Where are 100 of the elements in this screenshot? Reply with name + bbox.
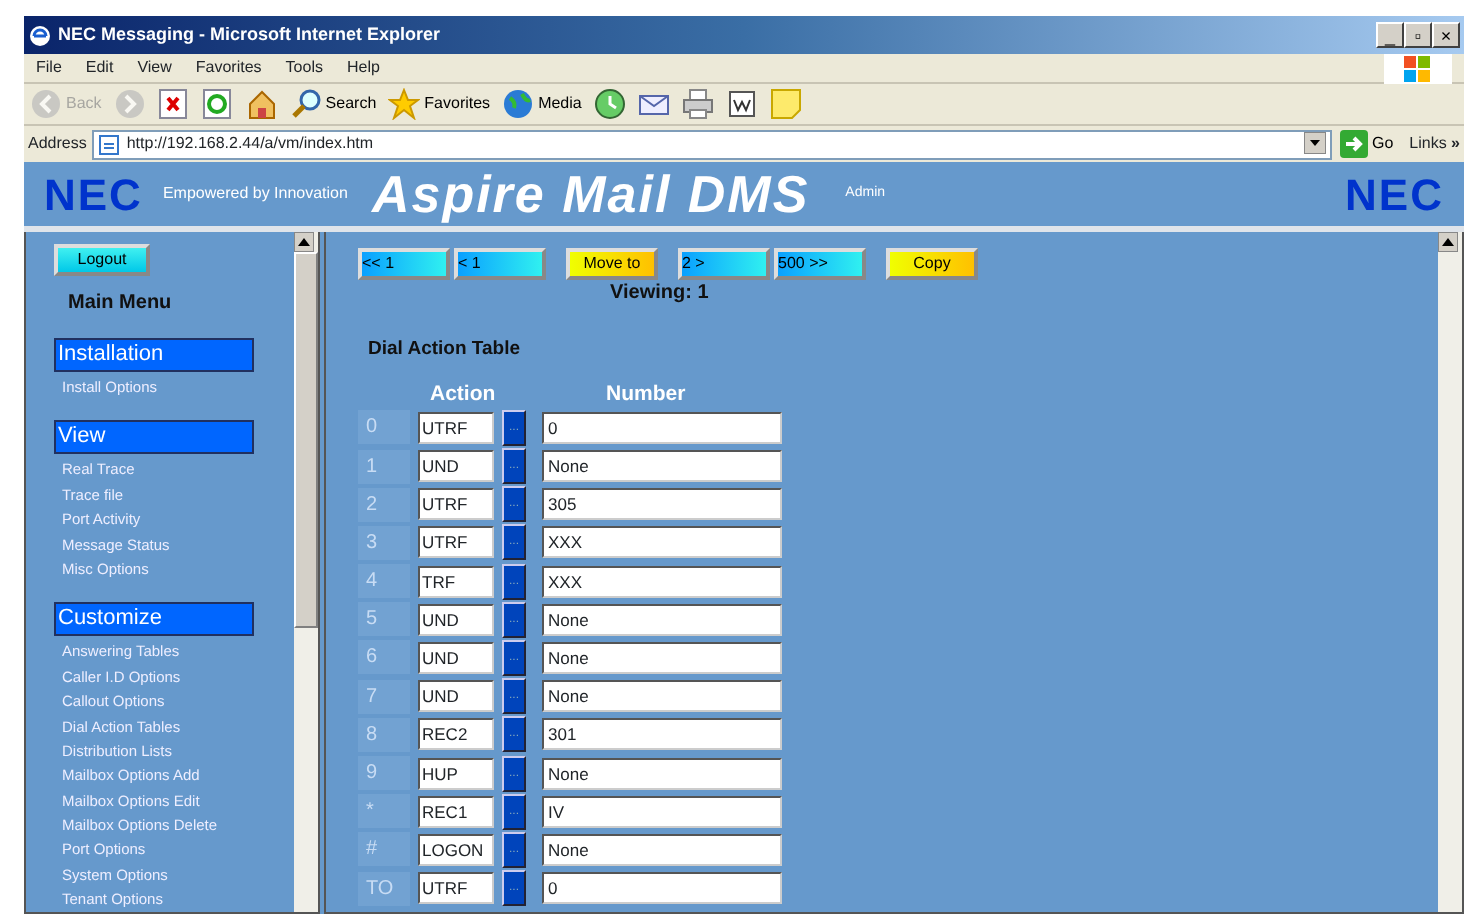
edit-button[interactable] (723, 88, 760, 120)
action-field[interactable]: TRF (418, 565, 494, 598)
refresh-icon (201, 88, 234, 120)
action-field[interactable]: HUP (418, 757, 494, 790)
printer-icon (681, 88, 714, 120)
action-field[interactable]: UTRF (418, 872, 494, 905)
nav-button[interactable]: < 1 (454, 248, 546, 280)
number-field[interactable]: 305 (542, 488, 782, 521)
star-icon (388, 88, 421, 120)
row-key: 9 (358, 756, 410, 791)
section-heading: View (54, 420, 254, 455)
page-icon (98, 133, 121, 155)
number-field[interactable]: 0 (542, 411, 782, 444)
row-key: 4 (358, 564, 410, 599)
scroll-up-icon[interactable] (1438, 232, 1458, 252)
nav-button[interactable]: Move to (566, 248, 658, 280)
tagline: Empowered by Innovation (162, 182, 348, 206)
action-field[interactable]: UND (418, 450, 494, 483)
document-icon (725, 88, 758, 120)
go-button[interactable]: Go (1337, 130, 1396, 158)
nav-button[interactable]: Copy (886, 248, 978, 280)
favorites-button[interactable]: Favorites (386, 88, 493, 120)
history-button[interactable] (591, 88, 628, 120)
number-field[interactable]: 301 (542, 718, 782, 751)
number-field[interactable]: IV (542, 795, 782, 828)
action-field[interactable]: UND (418, 680, 494, 713)
column-header: Number (606, 380, 686, 409)
window-title: NEC Messaging - Microsoft Internet Explorer (58, 21, 441, 48)
menu-item[interactable]: Edit (85, 56, 114, 80)
action-field[interactable]: REC1 (418, 795, 494, 828)
action-field[interactable]: UTRF (418, 488, 494, 521)
note-icon (769, 88, 802, 120)
search-button[interactable]: Search (287, 88, 379, 120)
row-key: * (358, 794, 410, 829)
scrollbar[interactable] (294, 232, 318, 912)
action-field[interactable]: UND (418, 603, 494, 636)
row-key: # (358, 832, 410, 867)
window-control[interactable]: _ (1376, 22, 1404, 48)
table-title: Dial Action Table (368, 336, 523, 364)
product-title: Aspire Mail DMS (371, 161, 810, 227)
stop-icon (157, 88, 190, 120)
number-field[interactable]: None (542, 450, 782, 483)
scrollbar[interactable] (1438, 232, 1462, 912)
window-control[interactable]: × (1432, 22, 1460, 48)
action-field[interactable]: LOGON (418, 833, 494, 866)
history-icon (593, 88, 626, 120)
number-field[interactable]: XXX (542, 565, 782, 598)
back-icon (30, 88, 62, 120)
nec-logo: NEC (44, 167, 143, 223)
row-key: 3 (358, 525, 410, 560)
row-key: 1 (358, 449, 410, 484)
dropdown-arrow-icon[interactable] (1303, 132, 1326, 155)
address-field[interactable]: http://192.168.2.44/a/vm/index.htm (92, 129, 1332, 159)
section-heading: Customize (54, 602, 254, 637)
row-key: TO (358, 871, 410, 906)
section-heading: Installation (54, 338, 254, 372)
number-field[interactable]: None (542, 603, 782, 636)
action-field[interactable]: UTRF (418, 411, 494, 444)
nec-logo: NEC (1345, 167, 1444, 223)
number-field[interactable]: None (542, 641, 782, 674)
action-field[interactable]: UND (418, 641, 494, 674)
row-key: 6 (358, 640, 410, 675)
address-label: Address (28, 132, 87, 156)
number-field[interactable]: None (542, 833, 782, 866)
home-button[interactable] (243, 88, 280, 120)
row-key: 2 (358, 487, 410, 522)
column-header: Action (430, 380, 498, 409)
action-field[interactable]: UTRF (418, 526, 494, 559)
home-icon (245, 88, 278, 120)
number-field[interactable]: None (542, 680, 782, 713)
viewing-label: Viewing: 1 (610, 280, 711, 308)
number-field[interactable]: XXX (542, 526, 782, 559)
refresh-button[interactable] (199, 88, 236, 120)
row-key: 8 (358, 717, 410, 752)
menu-item[interactable]: Help (346, 56, 380, 80)
menu-item[interactable]: Tools (285, 56, 323, 80)
number-field[interactable]: None (542, 757, 782, 790)
forward-icon (113, 88, 146, 120)
print-button[interactable] (679, 88, 716, 120)
menu-title: Main Menu (68, 290, 174, 318)
search-icon (289, 88, 322, 120)
nav-button[interactable]: 500 >> (774, 248, 866, 280)
row-key: 5 (358, 602, 410, 637)
arrow-icon (1339, 130, 1368, 158)
action-field[interactable]: REC2 (418, 718, 494, 751)
nav-button[interactable]: << 1 (358, 248, 450, 280)
media-button[interactable]: Media (500, 88, 584, 120)
links-button[interactable]: Links » (1409, 132, 1460, 156)
row-key: 7 (358, 679, 410, 714)
window-control[interactable]: ▫ (1404, 22, 1432, 48)
globe-icon (502, 88, 535, 120)
menu-item[interactable]: Favorites (195, 56, 262, 80)
stop-button[interactable] (155, 88, 192, 120)
row-key: 0 (358, 410, 410, 445)
menu-item[interactable]: File (36, 56, 62, 80)
logout-button[interactable]: Logout (54, 244, 150, 276)
number-field[interactable]: 0 (542, 872, 782, 905)
scroll-up-icon[interactable] (294, 232, 314, 252)
nav-button[interactable]: 2 > (678, 248, 770, 280)
menu-item[interactable]: View (137, 56, 172, 80)
